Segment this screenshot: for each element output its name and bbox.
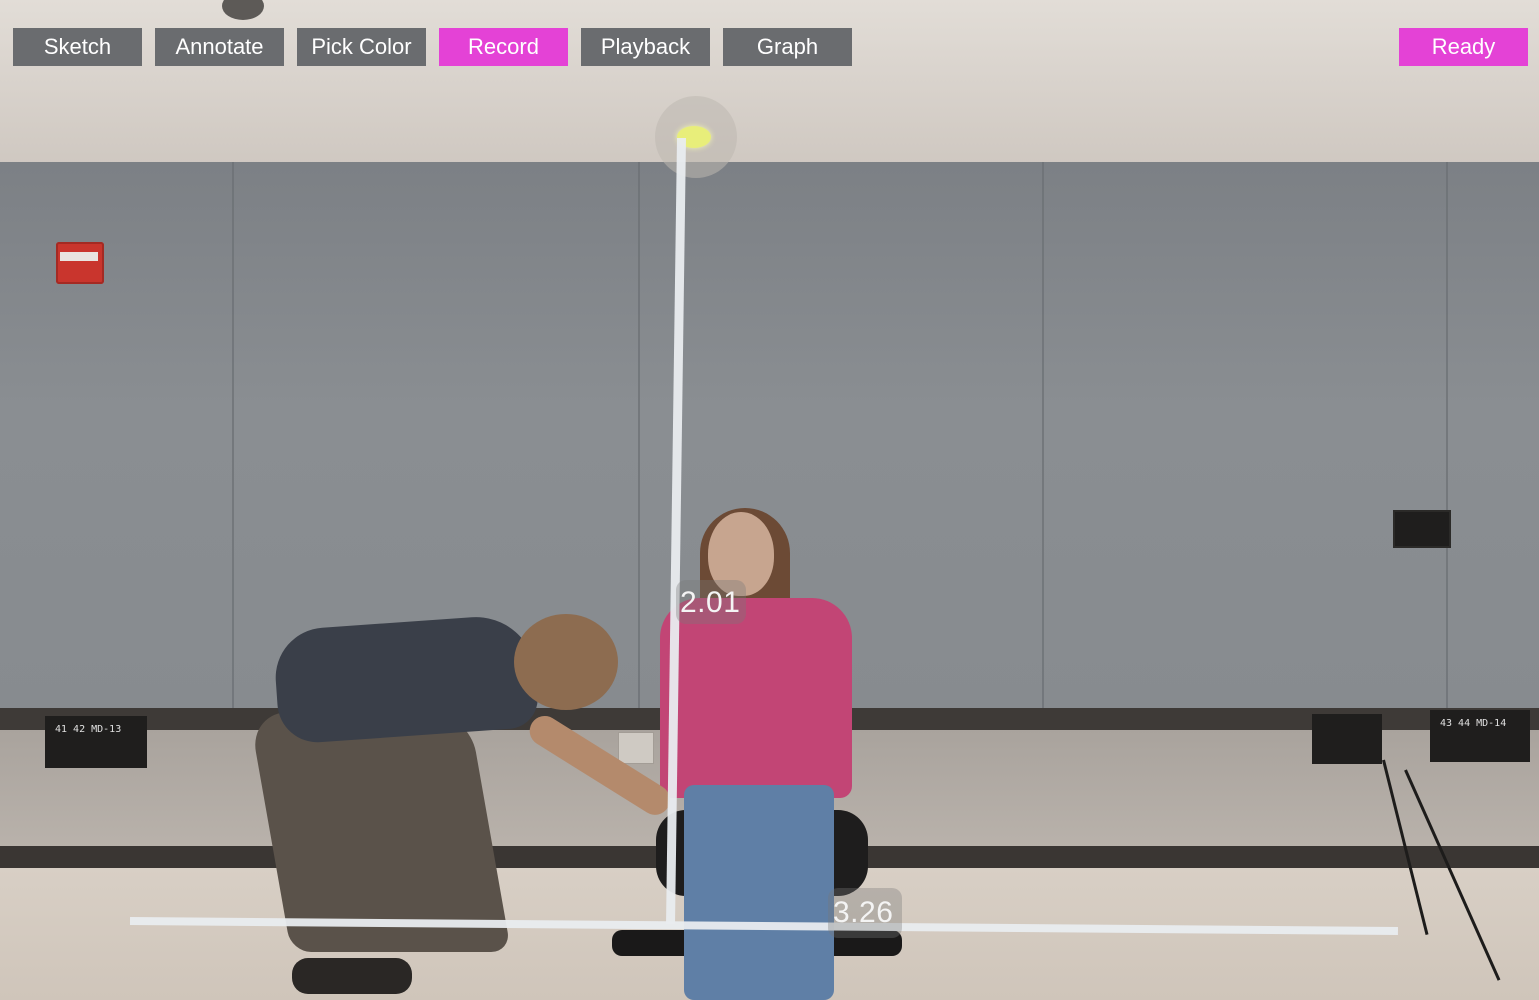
camera-feed: 41 42 MD-13 43 44 MD-14 (0, 0, 1539, 1000)
person-seated-shirt (660, 598, 852, 798)
wall-panel-seam (638, 162, 640, 712)
port-plate-small (1312, 714, 1382, 764)
vertical-measure-label: 2.01 (680, 586, 741, 619)
playback-button[interactable]: Playback (581, 28, 710, 66)
sketch-button[interactable]: Sketch (13, 28, 142, 66)
record-button[interactable]: Record (439, 28, 568, 66)
fire-alarm (56, 242, 104, 284)
power-outlet (618, 732, 654, 764)
wall-panel-seam (1042, 162, 1044, 712)
port-plate-left: 41 42 MD-13 (45, 716, 147, 768)
person-seated-jeans (684, 785, 834, 1000)
wall-panel-seam (1446, 162, 1448, 712)
ready-status-button[interactable]: Ready (1399, 28, 1528, 66)
person-crouching-head (514, 614, 618, 710)
pick-color-button[interactable]: Pick Color (297, 28, 426, 66)
graph-button[interactable]: Graph (723, 28, 852, 66)
horizontal-measure-label: 3.26 (833, 896, 894, 929)
person-crouching-shoe (292, 958, 412, 994)
wall-sensor (1393, 510, 1451, 548)
person-crouching-torso (272, 613, 540, 745)
port-plate-right: 43 44 MD-14 (1430, 710, 1530, 762)
annotate-button[interactable]: Annotate (155, 28, 284, 66)
wall-panel-seam (232, 162, 234, 712)
person-crouching-legs (248, 712, 512, 952)
ceiling (0, 0, 1539, 165)
